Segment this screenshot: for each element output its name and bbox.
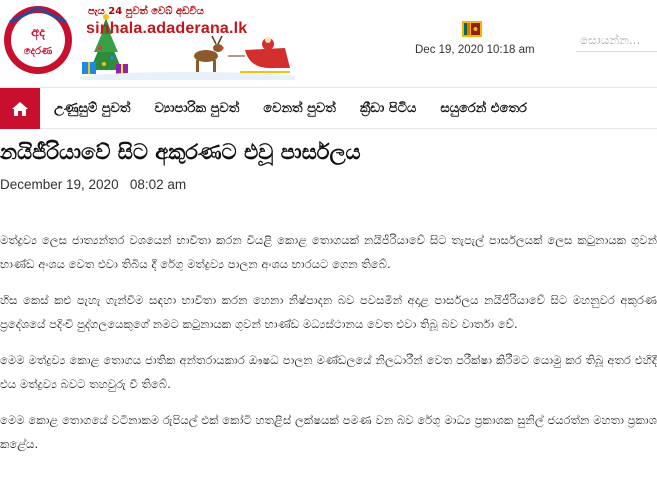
article-publish-date: December 19, 2020 08:02 am: [0, 177, 186, 192]
article-paragraph: මත්ද්‍රව්‍ය ලෙස ජාත්‍යන්තර වශයෙන් භාවිතා…: [0, 233, 657, 271]
nav-item-overseas[interactable]: සයුරෙන් එතෙර: [440, 101, 527, 116]
svg-text:අද: අද: [31, 25, 45, 41]
christmas-banner[interactable]: පැය 24 පුවත් වෙබ් අඩවිය sinhala.adaderan…: [80, 0, 295, 80]
ada-derana-logo[interactable]: අද දෙරණ: [0, 2, 80, 76]
article-headline: නයිජීරියාවේ සිට අකුරණට එවූ පාර්සලය: [0, 140, 361, 164]
banner-tagline: පැය 24 පුවත් වෙබ් අඩවිය: [88, 6, 204, 17]
sri-lanka-flag-icon[interactable]: [462, 19, 482, 39]
nav-item-other-news[interactable]: වෙනත් පුවත්: [263, 101, 336, 116]
nav-item-hot-news[interactable]: උණුසුම් පුවත්: [54, 101, 130, 116]
svg-text:දෙරණ: දෙරණ: [24, 45, 53, 58]
article-time: 08:02 am: [129, 177, 187, 192]
site-header: අද දෙරණ පැය 24 පුවත් වෙබ් අඩවිය sinhala.…: [0, 0, 657, 80]
search-input[interactable]: [576, 28, 657, 51]
current-date-time: Dec 19, 2020 10:18 am: [415, 44, 535, 56]
banner-site-url: sinhala.adaderana.lk: [86, 20, 248, 37]
article-paragraph: හිස කෙස් කළු පැහැ ගැන්වීම සඳහා භාවිතා කර…: [0, 293, 657, 331]
nav-menu: උණුසුම් පුවත් ව්‍යාපාරික පුවත් වෙනත් පුව…: [54, 88, 551, 129]
home-button[interactable]: [0, 88, 40, 129]
article-body: මත්ද්‍රව්‍ය ලෙස ජාත්‍යන්තර වශයෙන් භාවිතා…: [0, 228, 657, 468]
article-date: December 19, 2020: [0, 177, 119, 192]
article-paragraph: මෙම මත්ද්‍රව්‍ය කොළ තොගය ජාතික අන්තරායකා…: [0, 353, 657, 391]
nav-item-sports[interactable]: ක්‍රීඩා පිටිය: [360, 101, 417, 116]
nav-item-business-news[interactable]: ව්‍යාපාරික පුවත්: [154, 101, 239, 116]
main-nav: උණුසුම් පුවත් ව්‍යාපාරික පුවත් වෙනත් පුව…: [0, 87, 657, 129]
search-box: [576, 28, 657, 52]
article-paragraph: මෙම කොළ තොගයේ වටිනාකම රුපියල් එක් කෝටි හ…: [0, 413, 657, 451]
home-icon: [12, 101, 28, 116]
